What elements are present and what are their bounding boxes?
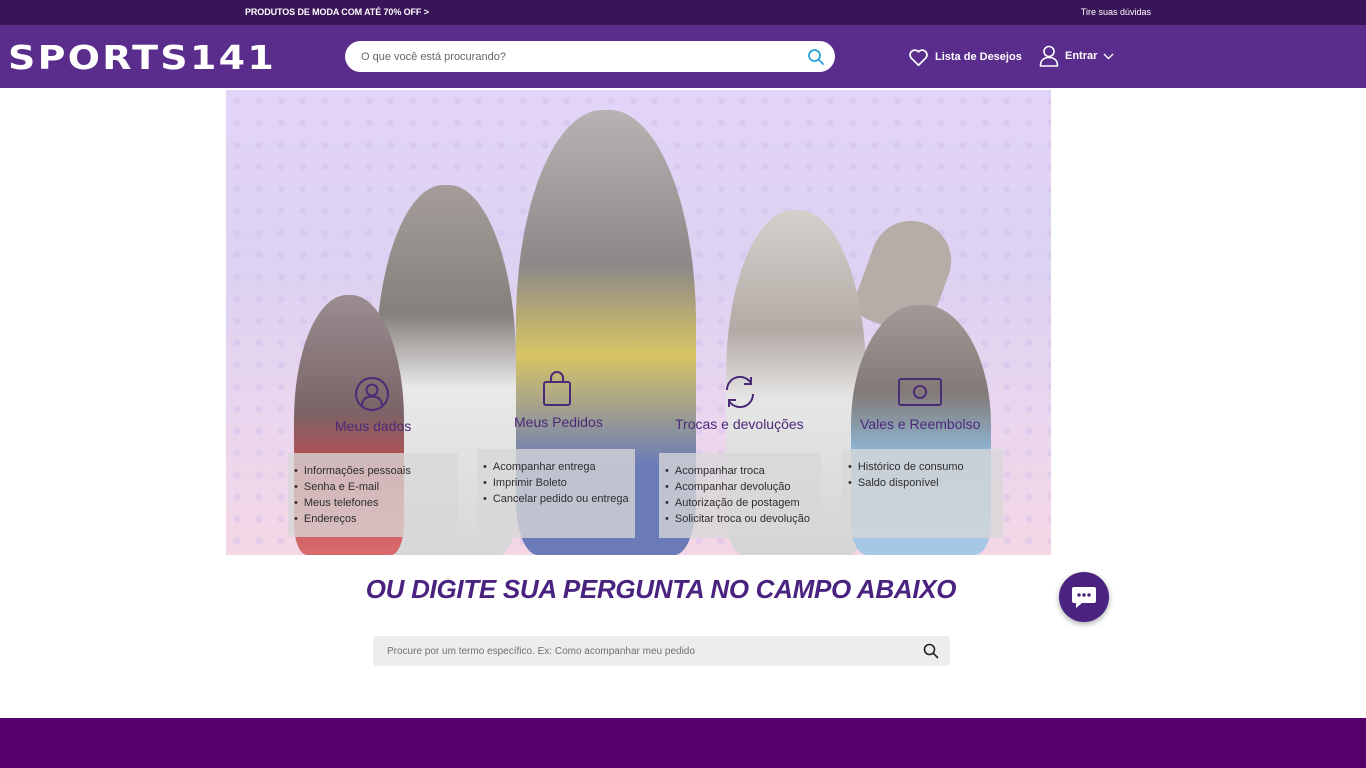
category-link[interactable]: Informações pessoais: [294, 463, 452, 479]
heart-icon: [909, 48, 928, 66]
login-label: Entrar: [1065, 50, 1098, 62]
search-input[interactable]: [361, 41, 791, 72]
category-menu: Acompanhar entrega Imprimir Boleto Cance…: [477, 449, 635, 538]
help-center-banner: Meus dados Informações pessoais Senha e …: [226, 90, 1051, 555]
category-title[interactable]: Vales e Reembolso: [860, 416, 980, 432]
category-link[interactable]: Acompanhar devolução: [665, 479, 815, 495]
money-bill-icon[interactable]: [897, 377, 943, 407]
category-link[interactable]: Senha e E-mail: [294, 479, 452, 495]
category-menu: Acompanhar troca Acompanhar devolução Au…: [659, 453, 821, 538]
chat-icon: [1072, 587, 1096, 608]
category-menu: Informações pessoais Senha e E-mail Meus…: [288, 453, 458, 537]
refresh-icon[interactable]: [721, 374, 759, 410]
category-link[interactable]: Acompanhar troca: [665, 463, 815, 479]
category-link[interactable]: Autorização de postagem: [665, 495, 815, 511]
category-title[interactable]: Meus Pedidos: [514, 414, 603, 430]
chevron-down-icon: [1103, 53, 1114, 59]
search-icon[interactable]: [807, 48, 825, 66]
help-link[interactable]: Tire suas dúvidas: [1081, 7, 1151, 17]
category-link[interactable]: Endereços: [294, 511, 452, 527]
category-link[interactable]: Imprimir Boleto: [483, 475, 629, 491]
promo-link[interactable]: PRODUTOS DE MODA COM ATÉ 70% OFF >: [245, 7, 429, 17]
search-icon[interactable]: [923, 643, 939, 664]
category-link[interactable]: Acompanhar entrega: [483, 459, 629, 475]
question-heading: OU DIGITE SUA PERGUNTA NO CAMPO ABAIXO: [365, 574, 957, 604]
faq-search-input[interactable]: [387, 636, 907, 666]
search-bar: [345, 41, 835, 72]
category-link[interactable]: Saldo disponível: [848, 475, 997, 491]
category-menu: Histórico de consumo Saldo disponível: [842, 449, 1003, 538]
category-link[interactable]: Solicitar troca ou devolução: [665, 511, 815, 527]
category-link[interactable]: Cancelar pedido ou entrega: [483, 491, 629, 507]
faq-search-bar: [373, 636, 950, 666]
category-link[interactable]: Meus telefones: [294, 495, 452, 511]
user-circle-icon[interactable]: [354, 376, 390, 412]
promo-bar: PRODUTOS DE MODA COM ATÉ 70% OFF > Tire …: [0, 0, 1366, 25]
wishlist-label: Lista de Desejos: [935, 51, 1022, 63]
chat-button[interactable]: [1059, 572, 1109, 622]
wishlist-link[interactable]: Lista de Desejos: [908, 46, 1022, 68]
user-icon: [1039, 45, 1059, 67]
category-title[interactable]: Trocas e devoluções: [675, 416, 804, 432]
question-section: OU DIGITE SUA PERGUNTA NO CAMPO ABAIXO: [0, 574, 1366, 605]
site-header: SPORTS141 Lista de Desejos Entrar: [0, 25, 1366, 88]
category-title[interactable]: Meus dados: [335, 418, 411, 434]
site-logo[interactable]: SPORTS141: [8, 39, 276, 77]
login-menu[interactable]: Entrar: [1039, 44, 1114, 68]
site-footer: [0, 718, 1366, 768]
category-link[interactable]: Histórico de consumo: [848, 459, 997, 475]
shopping-bag-icon[interactable]: [542, 371, 572, 407]
